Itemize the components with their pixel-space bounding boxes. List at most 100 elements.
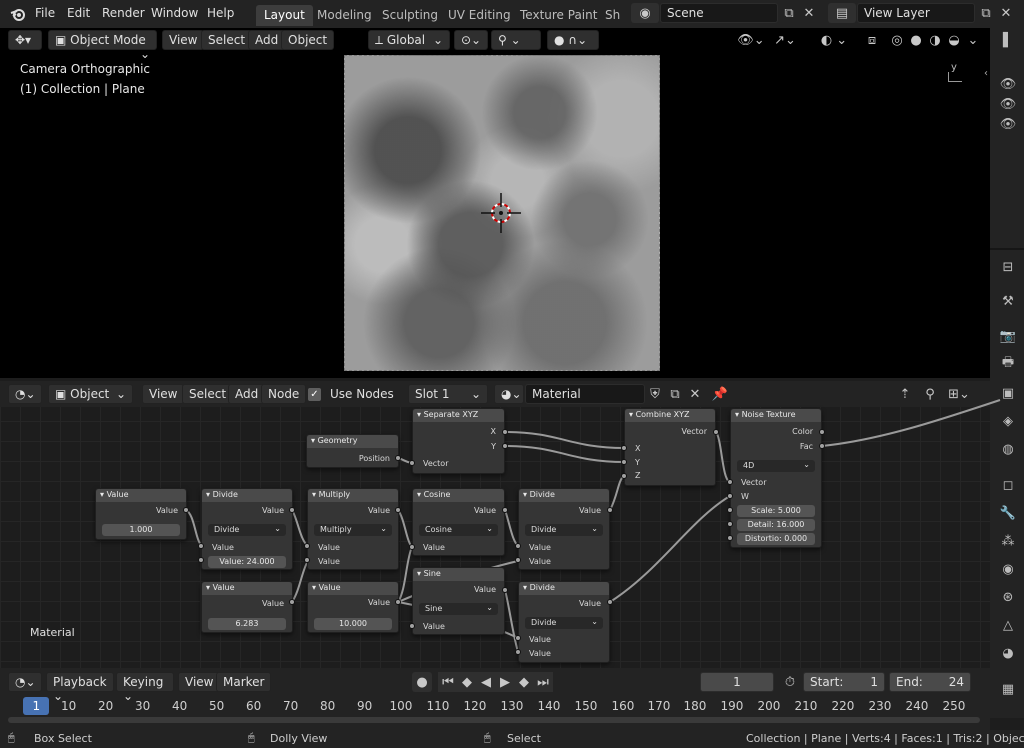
value-field[interactable]: Value: 24.000: [208, 556, 286, 568]
socket-dot[interactable]: [198, 543, 204, 549]
dimensions-dropdown[interactable]: 4D ⌄: [737, 460, 815, 472]
socket-dot[interactable]: [304, 543, 310, 549]
axis-gizmo[interactable]: [948, 72, 962, 82]
scene-properties-icon[interactable]: ◈: [998, 411, 1018, 431]
timeline-menu-view[interactable]: View: [178, 672, 221, 692]
socket-dot[interactable]: [727, 479, 733, 485]
timeline-scrollbar[interactable]: [8, 717, 980, 723]
socket-dot[interactable]: [395, 599, 401, 605]
menu-render[interactable]: Render: [102, 6, 145, 20]
texture-properties-icon[interactable]: ▦: [998, 679, 1018, 699]
cosine-node[interactable]: ▾ Cosine Value Cosine ⌄ Value: [412, 488, 505, 556]
socket-dot[interactable]: [515, 557, 521, 563]
play-reverse-icon[interactable]: ◀: [476, 672, 496, 692]
physics-properties-icon[interactable]: ◉: [998, 559, 1018, 579]
socket-dot[interactable]: [502, 443, 508, 449]
divide-node[interactable]: ▾ Divide Value Divide ⌄ Value Value: [518, 581, 610, 663]
constraints-properties-icon[interactable]: ⊛: [998, 587, 1018, 607]
socket-dot[interactable]: [727, 493, 733, 499]
multiply-node[interactable]: ▾ Multiply Value Multiply ⌄ Value Value: [307, 488, 399, 570]
prev-keyframe-icon[interactable]: ◆: [457, 672, 477, 692]
view-layer-field[interactable]: View Layer: [857, 3, 975, 23]
socket-dot[interactable]: [515, 543, 521, 549]
divide-node[interactable]: ▾ Divide Value Divide ⌄ Value Value: 24.0…: [201, 488, 293, 570]
parent-node-tree-icon[interactable]: ⇡: [895, 384, 915, 404]
timeline-menu-marker[interactable]: Marker: [216, 672, 272, 692]
geometry-node[interactable]: ▾ Geometry Position: [306, 434, 399, 468]
menu-window[interactable]: Window: [151, 6, 198, 20]
socket-dot[interactable]: [409, 544, 415, 550]
viewport-menu-object[interactable]: Object: [281, 30, 335, 50]
tab-shading[interactable]: Sh: [597, 5, 620, 26]
slot-select[interactable]: Slot 1 ⌄: [408, 384, 488, 404]
jump-end-icon[interactable]: ⏭: [533, 672, 553, 692]
unlink-material-icon[interactable]: ✕: [685, 384, 705, 404]
scale-field[interactable]: Scale: 5.000: [737, 505, 815, 517]
socket-dot[interactable]: [409, 460, 415, 466]
socket-dot[interactable]: [409, 623, 415, 629]
sidebar-arrow-icon[interactable]: ‹: [984, 68, 988, 79]
node-menu-add[interactable]: Add: [228, 384, 266, 404]
visibility-eye-icon[interactable]: 👁: [998, 114, 1018, 134]
mode-select[interactable]: ▣ Object Mode ⌄: [48, 30, 157, 61]
modifier-properties-icon[interactable]: 🔧: [998, 503, 1018, 523]
noise-texture-node[interactable]: ▾ Noise Texture Color Fac 4D ⌄ Vector W S…: [730, 408, 822, 548]
tab-sculpting[interactable]: Sculpting: [374, 5, 446, 26]
record-icon[interactable]: ●: [412, 672, 432, 692]
duplicate-scene-icon[interactable]: ⧉: [779, 3, 799, 23]
editor-type-button[interactable]: ✥▾: [8, 30, 42, 50]
operation-dropdown[interactable]: Cosine ⌄: [419, 524, 498, 536]
output-properties-icon[interactable]: 🖶: [998, 354, 1018, 374]
solid-shading-icon[interactable]: ●: [906, 30, 926, 50]
distortion-field[interactable]: Distortio: 0.000: [737, 533, 815, 545]
shader-type-select[interactable]: ▣ Object ⌄: [48, 384, 133, 404]
outliner-toggle-icon[interactable]: ▌: [998, 30, 1018, 50]
menu-edit[interactable]: Edit: [67, 6, 90, 20]
socket-dot[interactable]: [395, 455, 401, 461]
xray-icon[interactable]: ⧈: [862, 30, 882, 50]
value-node[interactable]: ▾ Value Value 10.000: [307, 581, 399, 633]
socket-dot[interactable]: [621, 459, 627, 465]
socket-dot[interactable]: [727, 521, 733, 527]
viewport-menu-add[interactable]: Add: [248, 30, 286, 50]
world-properties-icon[interactable]: ◍: [998, 439, 1018, 459]
use-nodes-checkbox[interactable]: ✓: [308, 388, 321, 401]
menu-file[interactable]: File: [35, 6, 55, 20]
next-keyframe-icon[interactable]: ◆: [514, 672, 534, 692]
material-shading-icon[interactable]: ◑: [925, 30, 945, 50]
socket-dot[interactable]: [183, 507, 189, 513]
tool-properties-icon[interactable]: ⚒: [998, 291, 1018, 311]
visibility-eye-icon[interactable]: 👁: [998, 74, 1018, 94]
close-layer-icon[interactable]: ✕: [996, 3, 1016, 23]
socket-dot[interactable]: [607, 599, 613, 605]
end-frame-field[interactable]: End: 24: [889, 672, 971, 692]
operation-dropdown[interactable]: Multiply ⌄: [314, 524, 392, 536]
value-field[interactable]: 1.000: [102, 524, 180, 536]
wireframe-shading-icon[interactable]: ◎: [887, 30, 907, 50]
particles-properties-icon[interactable]: ⁂: [998, 531, 1018, 551]
editor-type-button[interactable]: ◔⌄: [8, 672, 42, 692]
menu-help[interactable]: Help: [207, 6, 234, 20]
playback-menu[interactable]: Playback ⌄: [46, 672, 114, 703]
overlay-icon[interactable]: ◐ ⌄: [814, 30, 854, 50]
snap-element-icon[interactable]: ⊞⌄: [944, 384, 974, 404]
tab-uv-editing[interactable]: UV Editing: [440, 5, 519, 26]
viewport-menu-view[interactable]: View: [162, 30, 205, 50]
socket-dot[interactable]: [289, 599, 295, 605]
3d-cursor-icon[interactable]: [481, 193, 521, 233]
blender-logo-icon[interactable]: [8, 4, 28, 24]
socket-dot[interactable]: [621, 445, 627, 451]
editor-type-button[interactable]: ◔⌄: [8, 384, 42, 404]
separate-xyz-node[interactable]: ▾ Separate XYZ X Y Vector: [412, 408, 505, 474]
play-icon[interactable]: ▶: [495, 672, 515, 692]
socket-dot[interactable]: [515, 649, 521, 655]
socket-dot[interactable]: [502, 429, 508, 435]
duplicate-material-icon[interactable]: ⧉: [665, 384, 685, 404]
sine-node[interactable]: ▾ Sine Value Sine ⌄ Value: [412, 567, 505, 635]
detail-field[interactable]: Detail: 16.000: [737, 519, 815, 531]
material-name-field[interactable]: Material: [525, 384, 645, 404]
material-browse-button[interactable]: ◕⌄: [494, 384, 524, 404]
gizmo-icon[interactable]: ↗⌄: [770, 30, 800, 50]
start-frame-field[interactable]: Start: 1: [803, 672, 885, 692]
tab-layout[interactable]: Layout: [256, 5, 313, 26]
